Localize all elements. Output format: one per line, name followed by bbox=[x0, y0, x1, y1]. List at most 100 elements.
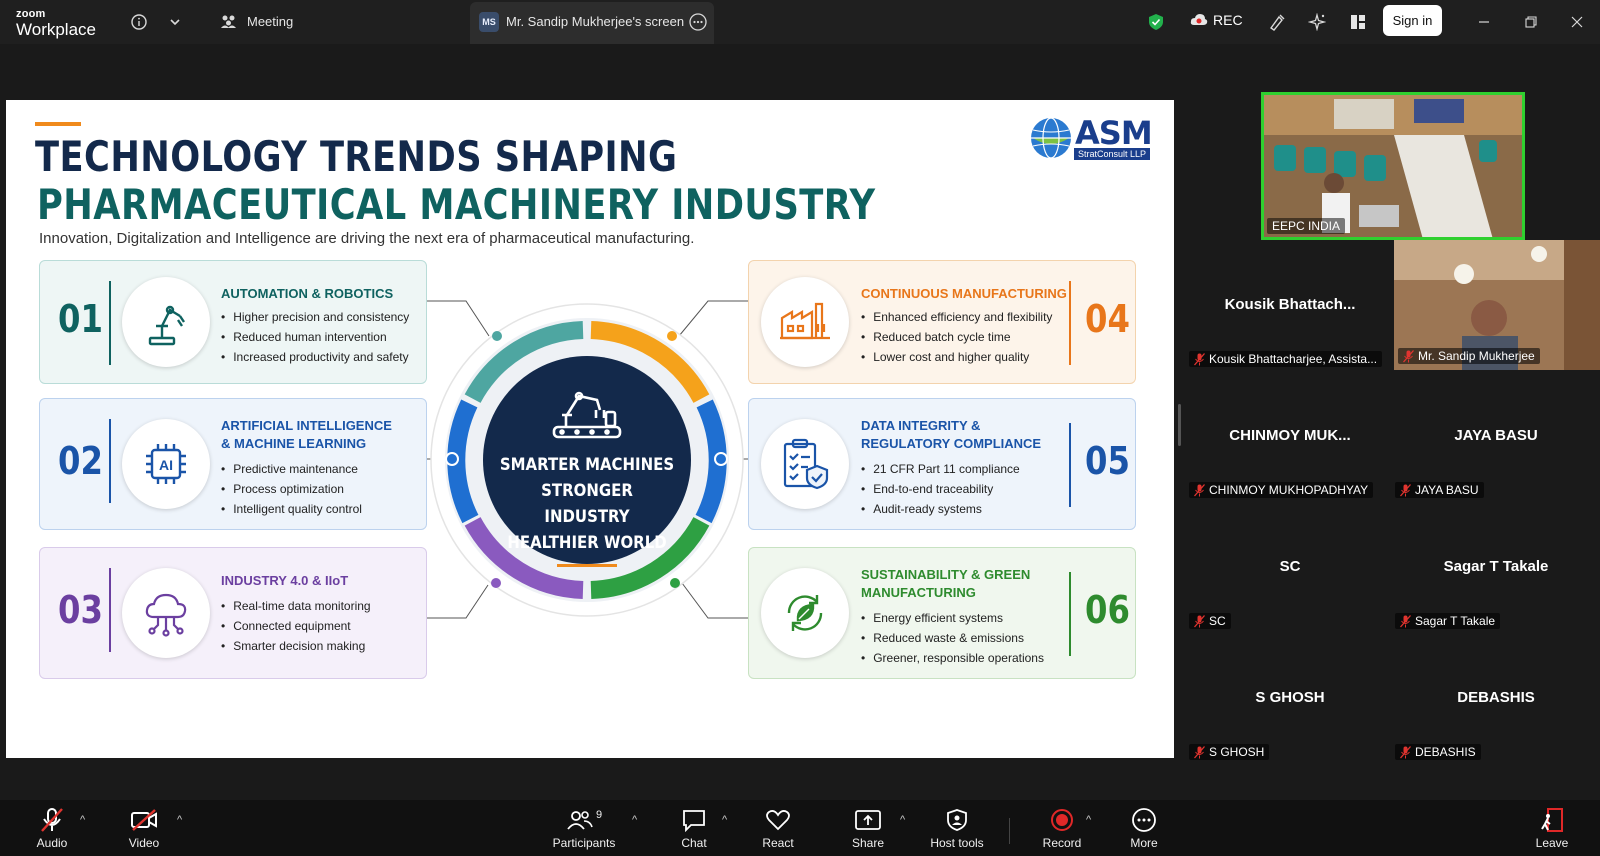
chat-label: Chat bbox=[681, 836, 707, 850]
participant-tile-name[interactable]: DEBASHIS bbox=[1396, 689, 1596, 706]
participant-name-plate: S GHOSH bbox=[1189, 744, 1270, 760]
card-number: 06 bbox=[1084, 588, 1130, 632]
sign-in-button[interactable]: Sign in bbox=[1383, 5, 1442, 36]
card-number: 05 bbox=[1084, 439, 1130, 483]
card-title-line1: DATA INTEGRITY & bbox=[861, 418, 981, 433]
card-bullet: Intelligent quality control bbox=[221, 499, 362, 519]
card-bullet: Enhanced efficiency and flexibility bbox=[861, 307, 1052, 327]
participant-tile-name[interactable]: S GHOSH bbox=[1190, 689, 1390, 706]
card-divider bbox=[109, 281, 111, 365]
recording-indicator[interactable]: REC bbox=[1190, 12, 1243, 28]
close-icon[interactable] bbox=[1565, 10, 1589, 34]
encryption-shield-icon[interactable] bbox=[1144, 10, 1168, 34]
participant-name-plate: SC bbox=[1189, 613, 1231, 629]
card-title-line1: SUSTAINABILITY & GREEN bbox=[861, 567, 1031, 582]
card-divider bbox=[1069, 423, 1071, 507]
card-title: SUSTAINABILITY & GREEN MANUFACTURING bbox=[861, 566, 1030, 602]
sharer-avatar: MS bbox=[479, 12, 499, 32]
card-title-line2: & MACHINE LEARNING bbox=[221, 436, 367, 451]
meeting-info-icon[interactable] bbox=[127, 10, 151, 34]
video-button[interactable]: Video bbox=[104, 806, 184, 850]
trend-card-industry-4: 03 INDUSTRY 4.0 & IIoT Real-time data mo… bbox=[39, 547, 427, 679]
chat-button[interactable]: Chat bbox=[654, 806, 734, 850]
card-bullet-list: Energy efficient systems Reduced waste &… bbox=[861, 608, 1044, 668]
heart-react-icon bbox=[738, 806, 818, 834]
card-bullet: Reduced batch cycle time bbox=[861, 327, 1052, 347]
card-title-line1: CONTINUOUS MANUFACTURING bbox=[861, 286, 1067, 301]
screen-share-tab-label[interactable]: Mr. Sandip Mukherjee's screen bbox=[506, 14, 684, 29]
logo-product: Workplace bbox=[16, 20, 96, 39]
record-button[interactable]: Record bbox=[1022, 806, 1102, 850]
card-title-line1: ARTIFICIAL INTELLIGENCE bbox=[221, 418, 392, 433]
zoom-workplace-logo: zoom Workplace bbox=[16, 9, 96, 39]
card-bullet: Reduced human intervention bbox=[221, 327, 409, 347]
more-button[interactable]: More bbox=[1104, 806, 1184, 850]
more-options-icon[interactable] bbox=[686, 10, 710, 34]
card-title-line2: MANUFACTURING bbox=[861, 585, 976, 600]
card-bullet: Reduced waste & emissions bbox=[861, 628, 1044, 648]
host-tools-button[interactable]: Host tools bbox=[917, 806, 997, 850]
more-dots-icon bbox=[1104, 806, 1184, 834]
card-title: ARTIFICIAL INTELLIGENCE & MACHINE LEARNI… bbox=[221, 417, 392, 453]
card-bullet: Lower cost and higher quality bbox=[861, 347, 1052, 367]
react-label: React bbox=[762, 836, 794, 850]
ai-companion-icon[interactable] bbox=[1305, 10, 1329, 34]
share-label: Share bbox=[851, 836, 885, 850]
card-bullet: Audit-ready systems bbox=[861, 499, 1020, 519]
mic-muted-icon bbox=[1403, 349, 1414, 363]
trend-card-sustainability: SUSTAINABILITY & GREEN MANUFACTURING Ene… bbox=[748, 547, 1136, 679]
record-options-caret-icon[interactable]: ^ bbox=[1086, 814, 1091, 826]
more-label: More bbox=[1130, 836, 1158, 850]
mic-muted-icon bbox=[1194, 352, 1205, 366]
host-shield-icon bbox=[917, 806, 997, 834]
participant-name-plate: CHINMOY MUKHOPADHYAY bbox=[1189, 482, 1374, 498]
card-divider bbox=[1069, 572, 1071, 656]
minimize-icon[interactable] bbox=[1472, 10, 1496, 34]
chat-options-caret-icon[interactable]: ^ bbox=[722, 814, 727, 826]
card-bullet: Higher precision and consistency bbox=[221, 307, 409, 327]
participant-plate-text: SC bbox=[1209, 614, 1226, 628]
rec-label: REC bbox=[1213, 12, 1243, 28]
chevron-down-icon[interactable] bbox=[163, 10, 187, 34]
robot-arm-icon bbox=[122, 277, 210, 367]
video-name-text: Mr. Sandip Mukherjee bbox=[1418, 349, 1535, 363]
video-tile-sandip-mukherjee[interactable]: Mr. Sandip Mukherjee bbox=[1394, 240, 1600, 370]
participants-options-caret-icon[interactable]: ^ bbox=[632, 814, 637, 826]
participant-name-plate: JAYA BASU bbox=[1395, 482, 1484, 498]
top-bar: zoom Workplace Meeting MS Mr. Sandip Muk… bbox=[0, 0, 1600, 44]
share-button[interactable]: Share bbox=[828, 806, 908, 850]
card-divider bbox=[1069, 281, 1071, 365]
audio-label: Audio bbox=[36, 836, 68, 850]
participant-tile-name[interactable]: SC bbox=[1190, 558, 1390, 575]
participant-tile-name[interactable]: Kousik Bhattach... bbox=[1190, 296, 1390, 313]
annotate-icon[interactable] bbox=[1265, 10, 1289, 34]
center-tagline-line3: HEALTHIER WORLD bbox=[507, 533, 667, 553]
recycle-leaf-icon bbox=[761, 568, 849, 658]
video-options-caret-icon[interactable]: ^ bbox=[177, 814, 182, 826]
participants-label: Participants bbox=[552, 836, 616, 850]
participant-tile-name[interactable]: Sagar T Takale bbox=[1396, 558, 1596, 575]
video-tile-eepc-india[interactable]: EEPC INDIA bbox=[1261, 92, 1525, 240]
card-bullet-list: Higher precision and consistency Reduced… bbox=[221, 307, 409, 367]
video-label: Video bbox=[128, 836, 160, 850]
card-title: CONTINUOUS MANUFACTURING bbox=[861, 285, 1067, 303]
restore-icon[interactable] bbox=[1519, 10, 1543, 34]
participants-button[interactable]: 9 Participants bbox=[544, 806, 624, 850]
card-bullet-list: Predictive maintenance Process optimizat… bbox=[221, 459, 362, 519]
toolbar-divider bbox=[1009, 818, 1010, 844]
leave-button[interactable]: Leave bbox=[1512, 806, 1592, 850]
react-button[interactable]: React bbox=[738, 806, 818, 850]
view-layout-icon[interactable] bbox=[1346, 10, 1370, 34]
leave-door-icon bbox=[1512, 806, 1592, 834]
compliance-checklist-icon bbox=[761, 419, 849, 509]
participant-tile-name[interactable]: CHINMOY MUK... bbox=[1190, 427, 1390, 444]
panel-resize-handle[interactable] bbox=[1178, 404, 1181, 446]
center-tagline-line1: SMARTER MACHINES bbox=[499, 455, 675, 475]
participant-tile-name[interactable]: JAYA BASU bbox=[1396, 427, 1596, 444]
audio-button[interactable]: Audio bbox=[12, 806, 92, 850]
meeting-tab-label[interactable]: Meeting bbox=[247, 14, 293, 29]
share-options-caret-icon[interactable]: ^ bbox=[900, 814, 905, 826]
audio-options-caret-icon[interactable]: ^ bbox=[80, 814, 85, 826]
card-bullet: Real-time data monitoring bbox=[221, 596, 370, 616]
card-bullet: Greener, responsible operations bbox=[861, 648, 1044, 668]
